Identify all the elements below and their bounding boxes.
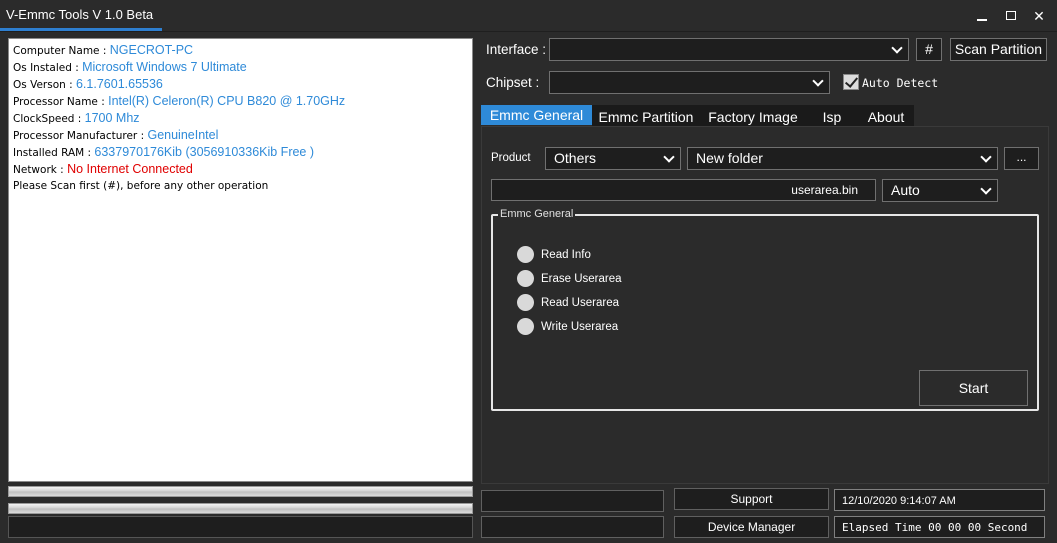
auto-detect-label: Auto Detect <box>862 76 939 90</box>
info-line-value: 1700 Mhz <box>84 111 140 125</box>
info-line: Please Scan first (#), before any other … <box>13 178 468 194</box>
info-line-value: GenuineIntel <box>147 128 219 142</box>
chevron-down-icon <box>892 44 902 54</box>
mode-select[interactable]: Auto <box>882 179 998 202</box>
tab-emmc-general[interactable]: Emmc General <box>481 105 592 125</box>
scan-partition-button[interactable]: Scan Partition <box>950 38 1047 61</box>
info-line: ClockSpeed : 1700 Mhz <box>13 110 468 127</box>
product-label: Product <box>491 152 531 164</box>
info-line: Processor Manufacturer : GenuineIntel <box>13 127 468 144</box>
datetime-value: 12/10/2020 9:14:07 AM <box>842 495 956 507</box>
progress-bar-primary <box>8 486 473 497</box>
option-label-erase-userarea: Erase Userarea <box>541 273 622 285</box>
tab-isp[interactable]: Isp <box>806 105 858 126</box>
info-line-label: Os Verson : <box>13 79 76 91</box>
close-icon: ✕ <box>1033 8 1045 24</box>
info-line-label: Processor Name : <box>13 96 109 108</box>
chevron-down-icon <box>664 153 674 163</box>
folder-select-value: New folder <box>696 150 763 166</box>
chevron-down-icon <box>981 153 991 163</box>
status-field-1 <box>481 490 664 512</box>
info-line-label: Os Instaled : <box>13 62 83 74</box>
info-line-value: Intel(R) Celeron(R) CPU B820 @ 1.70GHz <box>108 94 346 108</box>
tab-about[interactable]: About <box>858 105 914 126</box>
radio-write-userarea[interactable] <box>517 318 534 335</box>
interface-select[interactable] <box>549 38 909 61</box>
info-line-value: Microsoft Windows 7 Ultimate <box>82 60 247 74</box>
file-name-field[interactable]: userarea.bin <box>491 179 876 201</box>
info-line: Network : No Internet Connected <box>13 161 468 178</box>
product-select[interactable]: Others <box>545 147 681 170</box>
group-title: Emmc General <box>498 208 576 220</box>
product-select-value: Others <box>554 150 597 166</box>
info-line: Installed RAM : 6337970176Kib (305691033… <box>13 144 468 161</box>
info-line-label: Please Scan first (#), before any other … <box>13 180 269 192</box>
status-field-left <box>8 516 473 538</box>
title-divider <box>0 31 1057 32</box>
window-title: V-Emmc Tools V 1.0 Beta <box>6 7 154 22</box>
tab-emmc-partition[interactable]: Emmc Partition <box>592 105 700 126</box>
start-button[interactable]: Start <box>919 370 1028 406</box>
minimize-button[interactable] <box>970 6 994 26</box>
info-line-label: Installed RAM : <box>13 147 95 159</box>
scan-hash-button[interactable]: # <box>916 38 942 61</box>
radio-read-userarea[interactable] <box>517 294 534 311</box>
chipset-select[interactable] <box>549 71 830 94</box>
interface-label: Interface : <box>486 42 547 57</box>
radio-read-info[interactable] <box>517 246 534 263</box>
datetime-field: 12/10/2020 9:14:07 AM <box>834 489 1045 511</box>
system-info-panel: Computer Name : NGECROT-PC Os Instaled : … <box>8 38 473 482</box>
title-bar: V-Emmc Tools V 1.0 Beta ✕ <box>0 0 1057 32</box>
info-line-label: ClockSpeed : <box>13 113 85 125</box>
info-line: Os Instaled : Microsoft Windows 7 Ultima… <box>13 59 468 76</box>
info-line-label: Network : <box>13 164 68 176</box>
auto-detect-checkbox[interactable] <box>843 74 859 90</box>
option-label-read-info: Read Info <box>541 249 591 261</box>
chevron-down-icon <box>813 77 823 87</box>
tab-strip: Emmc General Emmc Partition Factory Imag… <box>481 105 1049 126</box>
elapsed-time-field: Elapsed Time 00 00 00 Second <box>834 516 1045 538</box>
device-manager-button[interactable]: Device Manager <box>674 516 829 538</box>
option-label-write-userarea: Write Userarea <box>541 321 619 333</box>
chipset-label: Chipset : <box>486 75 540 90</box>
info-line: Processor Name : Intel(R) Celeron(R) CPU… <box>13 93 468 110</box>
info-line: Os Verson : 6.1.7601.65536 <box>13 76 468 93</box>
info-line-value: No Internet Connected <box>67 162 193 176</box>
close-button[interactable]: ✕ <box>1027 6 1051 26</box>
minimize-icon <box>977 19 987 21</box>
maximize-icon <box>1006 11 1016 20</box>
tab-factory-image[interactable]: Factory Image <box>700 105 806 126</box>
file-name-value: userarea.bin <box>791 183 858 197</box>
info-line-label: Processor Manufacturer : <box>13 130 148 142</box>
radio-erase-userarea[interactable] <box>517 270 534 287</box>
folder-select[interactable]: New folder <box>687 147 998 170</box>
maximize-button[interactable] <box>999 6 1023 26</box>
chevron-down-icon <box>981 185 991 195</box>
mode-select-value: Auto <box>891 182 920 198</box>
info-line-value: 6.1.7601.65536 <box>75 77 163 91</box>
option-label-read-userarea: Read Userarea <box>541 297 619 309</box>
info-line-value: NGECROT-PC <box>109 43 194 57</box>
info-line-label: Computer Name : <box>13 45 110 57</box>
elapsed-time-value: Elapsed Time 00 00 00 Second <box>842 521 1028 534</box>
status-field-2 <box>481 516 664 538</box>
info-line: Computer Name : NGECROT-PC <box>13 42 468 59</box>
browse-button[interactable]: ... <box>1004 147 1039 170</box>
support-button[interactable]: Support <box>674 488 829 510</box>
progress-bar-secondary <box>8 503 473 514</box>
info-line-value: 6337970176Kib (3056910336Kib Free ) <box>94 145 315 159</box>
